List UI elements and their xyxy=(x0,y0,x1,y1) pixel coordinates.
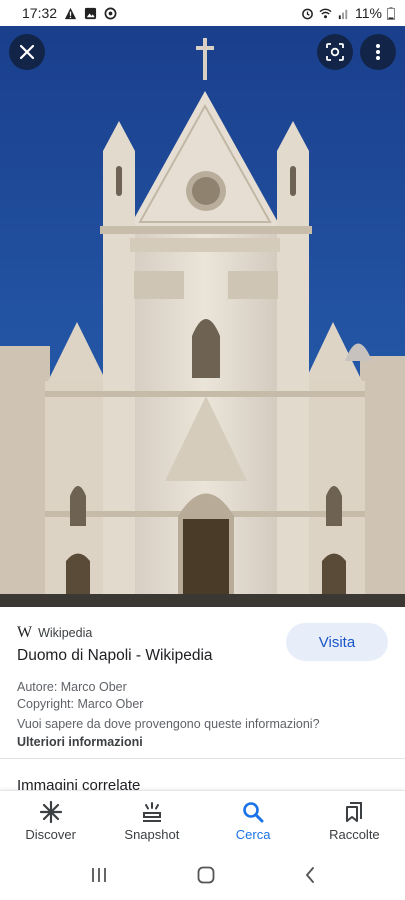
nav-label: Snapshot xyxy=(124,827,180,842)
nav-label: Raccolte xyxy=(329,827,380,842)
recent-apps-icon[interactable] xyxy=(90,867,108,883)
close-icon xyxy=(19,44,35,60)
discover-icon xyxy=(39,800,62,824)
source-name: Wikipedia xyxy=(38,626,93,640)
divider xyxy=(0,758,405,759)
battery-icon xyxy=(387,6,395,20)
copyright-text: Copyright: Marco Ober xyxy=(17,697,144,711)
nav-label: Cerca xyxy=(235,827,271,842)
warning-icon xyxy=(64,7,77,19)
status-time: 17:32 xyxy=(22,5,58,21)
status-bar: 17:32 11% xyxy=(0,0,405,26)
result-panel: W Wikipedia Duomo di Napoli - Wikipedia … xyxy=(0,607,405,794)
bottom-nav: Discover Snapshot Cerca Raccolte xyxy=(0,790,405,850)
signal-icon xyxy=(338,9,348,19)
snapshot-icon xyxy=(142,802,161,822)
more-options-button[interactable] xyxy=(360,34,396,70)
lens-icon xyxy=(326,43,344,61)
search-icon xyxy=(243,802,264,823)
lens-button[interactable] xyxy=(317,34,353,70)
cathedral-image xyxy=(0,26,405,607)
nav-label: Discover xyxy=(25,827,76,842)
page-title[interactable]: Duomo di Napoli - Wikipedia xyxy=(17,647,213,665)
nav-search[interactable]: Cerca xyxy=(203,791,304,850)
visit-button[interactable]: Visita xyxy=(286,623,388,661)
more-info-link[interactable]: Ulteriori informazioni xyxy=(17,735,143,749)
source-row[interactable]: W Wikipedia xyxy=(17,624,92,642)
battery-percent: 11% xyxy=(355,5,382,21)
info-question: Vuoi sapere da dove provengono queste in… xyxy=(17,717,320,731)
sync-icon xyxy=(104,7,117,19)
system-nav-bar xyxy=(0,850,405,900)
back-icon[interactable] xyxy=(304,866,316,884)
more-vert-icon xyxy=(376,44,380,60)
home-icon[interactable] xyxy=(197,866,215,884)
author-text: Autore: Marco Ober xyxy=(17,680,127,694)
image-viewer[interactable] xyxy=(0,26,405,607)
alarm-icon xyxy=(302,8,313,19)
nav-collections[interactable]: Raccolte xyxy=(304,791,405,850)
close-button[interactable] xyxy=(9,34,45,70)
nav-discover[interactable]: Discover xyxy=(0,791,101,850)
collections-icon xyxy=(346,802,363,822)
wifi-icon xyxy=(319,8,332,18)
nav-snapshot[interactable]: Snapshot xyxy=(101,791,202,850)
image-icon xyxy=(84,7,97,19)
wikipedia-logo-icon: W xyxy=(17,624,33,641)
